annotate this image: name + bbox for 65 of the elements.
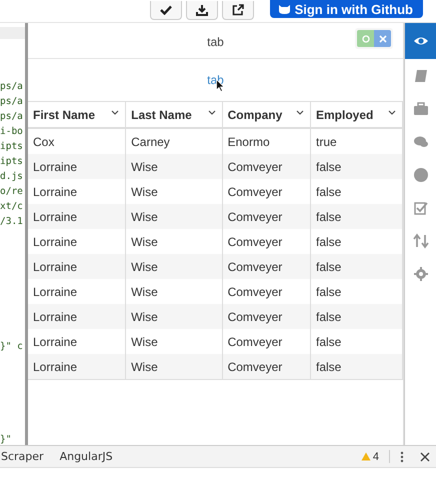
code-line: ps/a <box>0 95 24 109</box>
check-button[interactable] <box>150 1 182 20</box>
table-cell: Wise <box>126 204 222 229</box>
table-cell: Comveyer <box>222 254 310 279</box>
table-cell: Wise <box>126 154 222 179</box>
column-header[interactable]: Company <box>222 102 310 128</box>
table-cell: Comveyer <box>222 204 310 229</box>
code-line: ps/a <box>0 110 24 124</box>
check-icon <box>160 5 172 15</box>
code-line: o/re <box>0 185 24 199</box>
expand-button[interactable] <box>374 30 391 47</box>
checklist-icon <box>412 200 428 216</box>
table-cell: Comveyer <box>222 154 310 179</box>
refresh-button[interactable] <box>357 30 374 47</box>
arrows-icon <box>412 232 428 248</box>
table-cell: false <box>310 204 402 229</box>
briefcase-icon <box>412 100 428 116</box>
devtools-tab[interactable]: Scraper <box>0 450 49 463</box>
caret-icon <box>208 110 216 115</box>
more-icon[interactable] <box>400 450 404 462</box>
expand-icon <box>378 34 386 42</box>
table-cell: Lorraine <box>28 304 126 329</box>
download-icon <box>196 4 208 16</box>
download-button[interactable] <box>186 1 218 20</box>
code-line: d.js <box>0 170 24 184</box>
code-line: ps/a <box>0 80 24 94</box>
caret-icon <box>296 110 304 115</box>
table-cell: Lorraine <box>28 154 126 179</box>
table-cell: Lorraine <box>28 254 126 279</box>
preview-title: tab <box>207 34 224 48</box>
refresh-icon <box>362 34 370 42</box>
table-cell: false <box>310 354 402 380</box>
code-line: ipts <box>0 140 24 154</box>
column-header[interactable]: Last Name <box>126 102 222 128</box>
code-line: }" <box>0 433 12 445</box>
external-link-icon <box>232 4 244 16</box>
open-external-button[interactable] <box>222 1 254 20</box>
code-line: }" c <box>0 340 24 354</box>
table-cell: false <box>310 254 402 279</box>
code-line: /3.1 <box>0 215 24 229</box>
table-cell: Comveyer <box>222 354 310 380</box>
code-line: ipts <box>0 155 24 169</box>
table-cell: false <box>310 304 402 329</box>
caret-icon <box>388 110 396 115</box>
warning-count: 4 <box>372 450 379 462</box>
sidebar-button[interactable] <box>405 23 436 59</box>
close-icon[interactable] <box>420 452 430 462</box>
table-cell: Wise <box>126 354 222 380</box>
sign-in-button[interactable]: Sign in with Github <box>270 0 423 18</box>
table-cell: Comveyer <box>222 304 310 329</box>
table-cell: Wise <box>126 304 222 329</box>
code-line: i-bo <box>0 125 24 139</box>
column-header[interactable]: First Name <box>28 102 126 128</box>
column-header[interactable]: Employed <box>310 102 402 128</box>
table-cell: Lorraine <box>28 354 126 380</box>
warning-icon <box>360 452 371 461</box>
github-icon <box>278 4 291 14</box>
editor-tab-strip <box>0 27 25 39</box>
code-line: xt/c <box>0 200 24 214</box>
table-cell: Lorraine <box>28 204 126 229</box>
caret-icon <box>111 110 120 115</box>
devtools-tab[interactable]: AngularJS <box>54 450 118 463</box>
table-cell: false <box>310 154 402 179</box>
table-cell: Wise <box>126 254 222 279</box>
chat-icon <box>412 134 428 150</box>
